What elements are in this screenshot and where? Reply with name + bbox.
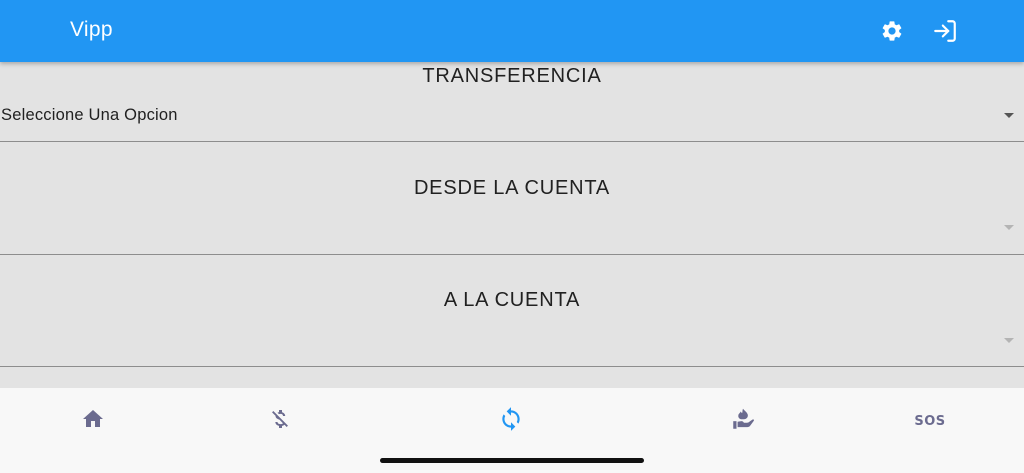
login-icon: [932, 18, 958, 44]
home-indicator: [380, 458, 644, 463]
nav-sos[interactable]: SOS: [900, 404, 960, 438]
transfer-form: TRANSFERENCIA Seleccione Una Opcion DESD…: [0, 62, 1024, 388]
from-account-dropdown-arrow-icon[interactable]: [1004, 225, 1014, 230]
to-account-dropdown-arrow-icon[interactable]: [1004, 338, 1014, 343]
app-title: Vipp: [70, 18, 113, 41]
app-bar: Vipp: [0, 0, 1024, 62]
login-button[interactable]: [930, 16, 960, 46]
settings-button[interactable]: [877, 16, 907, 46]
transfer-type-dropdown[interactable]: Seleccione Una Opcion: [1, 106, 178, 125]
app-screen: Vipp TRANSFERENCIA Seleccione Una Opcion: [0, 0, 1024, 473]
bottom-nav: SOS: [0, 388, 1024, 473]
dropdown-arrow-icon[interactable]: [1004, 113, 1014, 118]
nav-donate[interactable]: [713, 404, 773, 438]
sos-icon: SOS: [914, 413, 946, 429]
to-account-title: A LA CUENTA: [443, 289, 581, 311]
transfer-type-title: TRANSFERENCIA: [422, 65, 602, 87]
nav-home[interactable]: [63, 404, 123, 438]
from-account-section: DESDE LA CUENTA: [0, 142, 1024, 255]
from-account-title: DESDE LA CUENTA: [413, 177, 611, 199]
home-icon: [81, 407, 105, 436]
sync-icon: [498, 406, 524, 437]
money-off-icon: [268, 407, 292, 436]
gear-icon: [880, 19, 904, 43]
donate-hand-icon: [730, 406, 756, 437]
nav-payments[interactable]: [250, 404, 310, 438]
to-account-section: A LA CUENTA: [0, 255, 1024, 367]
nav-transfer[interactable]: [481, 404, 541, 438]
transfer-type-section: TRANSFERENCIA Seleccione Una Opcion: [0, 62, 1024, 142]
